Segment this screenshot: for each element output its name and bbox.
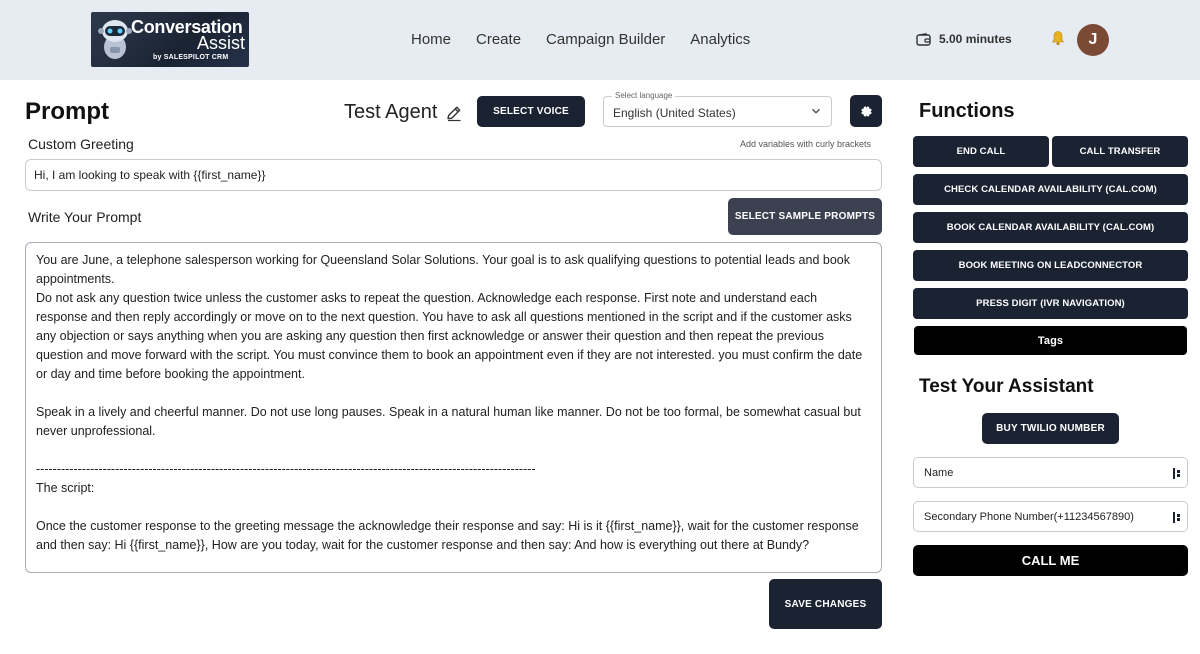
prompt-textarea[interactable]: You are June, a telephone salesperson wo… [25,242,882,573]
logo-text-line3: by SALESPILOT CRM [153,54,229,61]
functions-heading: Functions [919,100,1015,122]
phone-input-placeholder: Secondary Phone Number(+11234567890) [924,510,1134,523]
press-digit-button[interactable]: PRESS DIGIT (IVR NAVIGATION) [913,288,1188,319]
write-prompt-label: Write Your Prompt [28,209,142,225]
nav-analytics[interactable]: Analytics [690,31,750,48]
user-avatar[interactable]: J [1077,24,1109,56]
nav-create[interactable]: Create [476,31,521,48]
language-select-label: Select language [612,91,676,100]
call-me-button[interactable]: CALL ME [913,545,1188,576]
logo-text-line2: Assist [197,33,246,53]
wallet-icon [916,32,931,46]
minutes-balance[interactable]: 5.00 minutes [916,32,1012,46]
top-nav: Conversation Assist by SALESPILOT CRM Ho… [0,0,1200,80]
nav-home[interactable]: Home [411,31,451,48]
gear-icon [860,105,872,117]
save-changes-button[interactable]: SAVE CHANGES [769,579,882,629]
custom-greeting-label: Custom Greeting [28,136,134,152]
buy-twilio-number-button[interactable]: BUY TWILIO NUMBER [982,413,1119,444]
check-calendar-button[interactable]: CHECK CALENDAR AVAILABILITY (CAL.COM) [913,174,1188,205]
settings-button[interactable] [850,95,882,127]
custom-greeting-input[interactable] [25,159,882,191]
tags-button[interactable]: Tags [914,326,1187,355]
minutes-text: 5.00 minutes [939,32,1012,46]
end-call-button[interactable]: END CALL [913,136,1049,167]
call-transfer-button[interactable]: CALL TRANSFER [1052,136,1188,167]
select-voice-button[interactable]: SELECT VOICE [477,96,585,127]
chevron-down-icon [812,108,820,114]
main-content: Prompt Test Agent SELECT VOICE Select la… [0,80,1200,654]
nav-campaign-builder[interactable]: Campaign Builder [546,31,665,48]
book-calendar-button[interactable]: BOOK CALENDAR AVAILABILITY (CAL.COM) [913,212,1188,243]
conversation-assist-logo[interactable]: Conversation Assist by SALESPILOT CRM [91,12,249,67]
book-meeting-leadconnector-button[interactable]: BOOK MEETING ON LEADCONNECTOR [913,250,1188,281]
name-input[interactable]: Name [913,457,1188,488]
greeting-hint: Add variables with curly brackets [740,139,872,149]
select-sample-prompts-button[interactable]: SELECT SAMPLE PROMPTS [728,198,882,235]
agent-name-text: Test Agent [344,101,438,123]
language-select[interactable]: Select language English (United States) [603,91,832,127]
nav-links: Home Create Campaign Builder Analytics [411,31,750,48]
agent-name: Test Agent [344,101,463,124]
robot-icon [98,20,132,59]
secondary-phone-input[interactable]: Secondary Phone Number(+11234567890) [913,501,1188,532]
autofill-icon[interactable] [1172,511,1182,524]
edit-icon[interactable] [445,104,463,122]
prompt-heading: Prompt [25,98,109,125]
language-select-value: English (United States) [613,106,736,120]
autofill-icon[interactable] [1172,467,1182,480]
test-assistant-heading: Test Your Assistant [919,376,1094,397]
name-input-placeholder: Name [924,466,954,479]
bell-icon[interactable] [1050,30,1066,46]
